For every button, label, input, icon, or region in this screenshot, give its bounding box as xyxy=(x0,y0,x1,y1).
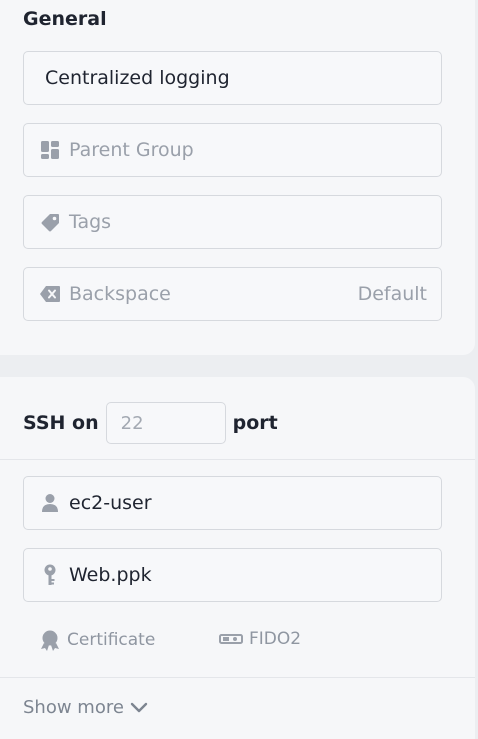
ssh-prefix-label: SSH on xyxy=(23,412,99,434)
username-value: ec2-user xyxy=(69,492,152,514)
key-value: Web.ppk xyxy=(69,564,152,586)
backspace-label: Backspace xyxy=(69,283,171,305)
fido2-label: FIDO2 xyxy=(249,629,302,649)
ssh-port-input[interactable]: 22 xyxy=(105,402,226,444)
backspace-icon xyxy=(39,283,61,305)
parent-group-icon xyxy=(39,139,61,161)
parent-group-field[interactable]: Parent Group xyxy=(23,123,442,177)
backspace-field[interactable]: Backspace Default xyxy=(23,267,442,321)
ssh-suffix-label: port xyxy=(232,412,278,434)
fido2-icon xyxy=(219,634,243,644)
certificate-icon xyxy=(41,630,59,651)
key-icon xyxy=(39,564,61,586)
key-field[interactable]: Web.ppk xyxy=(23,548,442,602)
certificate-label: Certificate xyxy=(67,630,156,650)
general-card: General Centralized logging Parent Group… xyxy=(0,0,475,355)
general-section-title: General xyxy=(23,8,107,30)
label-field[interactable]: Centralized logging xyxy=(23,51,442,105)
parent-group-placeholder: Parent Group xyxy=(69,139,194,161)
ssh-card: SSH on 22 port ec2-user Web.ppk Certific… xyxy=(0,377,475,739)
footer-divider xyxy=(0,677,475,678)
username-field[interactable]: ec2-user xyxy=(23,476,442,530)
ssh-port-row: SSH on 22 port xyxy=(23,401,278,445)
certificate-option[interactable]: Certificate xyxy=(39,629,155,651)
fido2-option[interactable]: FIDO2 xyxy=(219,629,301,649)
ssh-divider xyxy=(0,459,475,460)
label-value: Centralized logging xyxy=(45,67,230,89)
show-more-label: Show more xyxy=(23,697,124,718)
tags-placeholder: Tags xyxy=(69,211,112,233)
show-more-button[interactable]: Show more xyxy=(23,697,148,718)
chevron-down-icon xyxy=(130,702,148,712)
user-icon xyxy=(39,492,61,514)
tag-icon xyxy=(39,211,61,233)
ssh-port-placeholder: 22 xyxy=(120,412,144,434)
backspace-value: Default xyxy=(357,283,427,305)
tags-field[interactable]: Tags xyxy=(23,195,442,249)
